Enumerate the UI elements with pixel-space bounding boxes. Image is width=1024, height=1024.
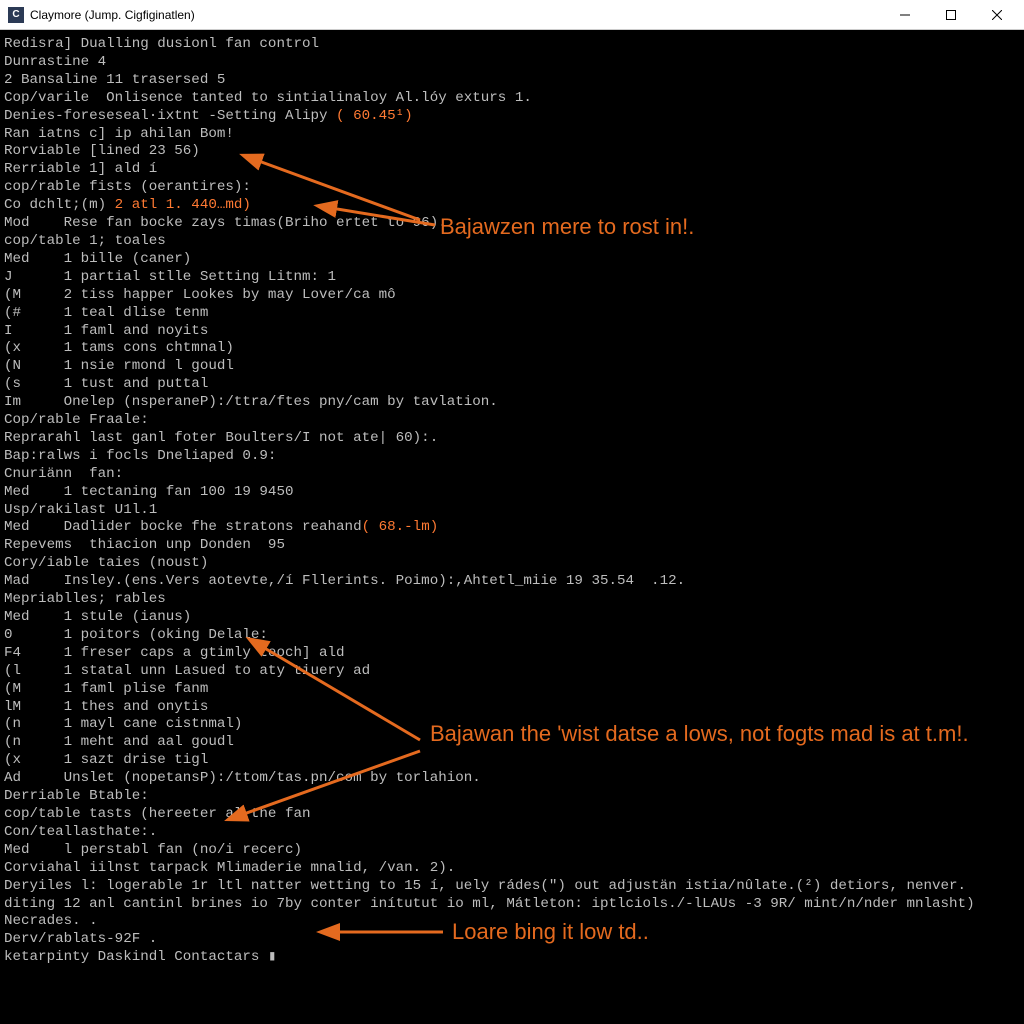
terminal-line: J 1 partial stlle Setting Litnm: 1: [4, 269, 1018, 287]
terminal-line: Denies-foreseseal·ixtnt -Setting Alipy (…: [4, 108, 1018, 126]
terminal-line: Reprarahl last ganl foter Boulters/I not…: [4, 430, 1018, 448]
terminal-line: Co dchlt;(m) 2 atl 1. 440…md): [4, 197, 1018, 215]
app-window: C Claymore (Jump. Cigfiginatlen) Redisra…: [0, 0, 1024, 1024]
terminal-line: Ran iatns c] ip ahilan Bom!: [4, 126, 1018, 144]
terminal-line: lM 1 thes and onytis: [4, 699, 1018, 717]
terminal-line: (n 1 meht and aal goudl: [4, 734, 1018, 752]
terminal-line: Cop/rable Fraale:: [4, 412, 1018, 430]
terminal-line: Usp/rakilast U1l.1: [4, 502, 1018, 520]
terminal-line: Rerriable 1] ald í: [4, 161, 1018, 179]
minimize-button[interactable]: [882, 0, 928, 30]
terminal-output[interactable]: Redisra] Dualling dusionl fan controlDun…: [0, 30, 1024, 1024]
terminal-line: 0 1 poitors (oking Delale:: [4, 627, 1018, 645]
terminal-line: Ad Unslet (nopetansP):/ttom/tas.pn/com b…: [4, 770, 1018, 788]
terminal-line: Mepriablles; rables: [4, 591, 1018, 609]
terminal-line: Med 1 bille (caner): [4, 251, 1018, 269]
terminal-line: (x 1 sazt drise tigl: [4, 752, 1018, 770]
terminal-line: (x 1 tams cons chtmnal): [4, 340, 1018, 358]
terminal-line: Rorviable [lined 23 56): [4, 143, 1018, 161]
window-title: Claymore (Jump. Cigfiginatlen): [30, 8, 882, 22]
terminal-line: Med Dadlider bocke fhe stratons reahand(…: [4, 519, 1018, 537]
terminal-line: ketarpinty Daskindl Contactars ▮: [4, 949, 1018, 967]
terminal-line: Repevems thiacion unp Donden 95: [4, 537, 1018, 555]
terminal-line: Derriable Btable:: [4, 788, 1018, 806]
terminal-line: (l 1 statal unn Lasued to aty tiuery ad: [4, 663, 1018, 681]
terminal-line: Bap:ralws i focls Dneliaped 0.9:: [4, 448, 1018, 466]
terminal-line: diting 12 anl cantinl brines io 7by cont…: [4, 896, 1018, 914]
maximize-icon: [946, 10, 956, 20]
terminal-line: Derv/rablats-92F .: [4, 931, 1018, 949]
terminal-line: cop/table tasts (hereeter al the fan: [4, 806, 1018, 824]
titlebar: C Claymore (Jump. Cigfiginatlen): [0, 0, 1024, 30]
terminal-line: F4 1 freser caps a gtimly teoch] ald: [4, 645, 1018, 663]
window-controls: [882, 0, 1020, 30]
terminal-line: (M 2 tiss happer Lookes by may Lover/ca …: [4, 287, 1018, 305]
terminal-line: (N 1 nsie rmond l goudl: [4, 358, 1018, 376]
terminal-line: 2 Bansaline 11 trasersed 5: [4, 72, 1018, 90]
minimize-icon: [900, 10, 910, 20]
terminal-line: cop/rable fists (oerantires):: [4, 179, 1018, 197]
terminal-line: cop/table 1; toales: [4, 233, 1018, 251]
terminal-line: Cory/iable taies (noust): [4, 555, 1018, 573]
terminal-line: (s 1 tust and puttal: [4, 376, 1018, 394]
close-icon: [992, 10, 1002, 20]
terminal-line: Mod Rese fan bocke zays timas(Briho erte…: [4, 215, 1018, 233]
app-icon: C: [8, 7, 24, 23]
maximize-button[interactable]: [928, 0, 974, 30]
terminal-line: Deryiles l: logerable 1r ltl natter wett…: [4, 878, 1018, 896]
terminal-line: (n 1 mayl cane cistnmal): [4, 716, 1018, 734]
terminal-line: Med 1 stule (ianus): [4, 609, 1018, 627]
terminal-line: Im Onelep (nsperaneP):/ttra/ftes pny/cam…: [4, 394, 1018, 412]
terminal-line: Dunrastine 4: [4, 54, 1018, 72]
terminal-line: (M 1 faml plise fanm: [4, 681, 1018, 699]
close-button[interactable]: [974, 0, 1020, 30]
app-icon-glyph: C: [12, 9, 19, 20]
terminal-line: Mad Insley.(ens.Vers aotevte,/í Fllerint…: [4, 573, 1018, 591]
terminal-line: Redisra] Dualling dusionl fan control: [4, 36, 1018, 54]
terminal-line: Con/teallasthate:.: [4, 824, 1018, 842]
terminal-line: Cnuriänn fan:: [4, 466, 1018, 484]
terminal-line: Corviahal iilnst tarpack Mlimaderie mnal…: [4, 860, 1018, 878]
terminal-line: (# 1 teal dlise tenm: [4, 305, 1018, 323]
terminal-line: Cop/varile Onlisence tanted to sintialin…: [4, 90, 1018, 108]
terminal-line: I 1 faml and noyits: [4, 323, 1018, 341]
terminal-line: Med l perstabl fan (no/i recerc): [4, 842, 1018, 860]
terminal-line: Necrades. .: [4, 913, 1018, 931]
terminal-line: Med 1 tectaning fan 100 19 9450: [4, 484, 1018, 502]
